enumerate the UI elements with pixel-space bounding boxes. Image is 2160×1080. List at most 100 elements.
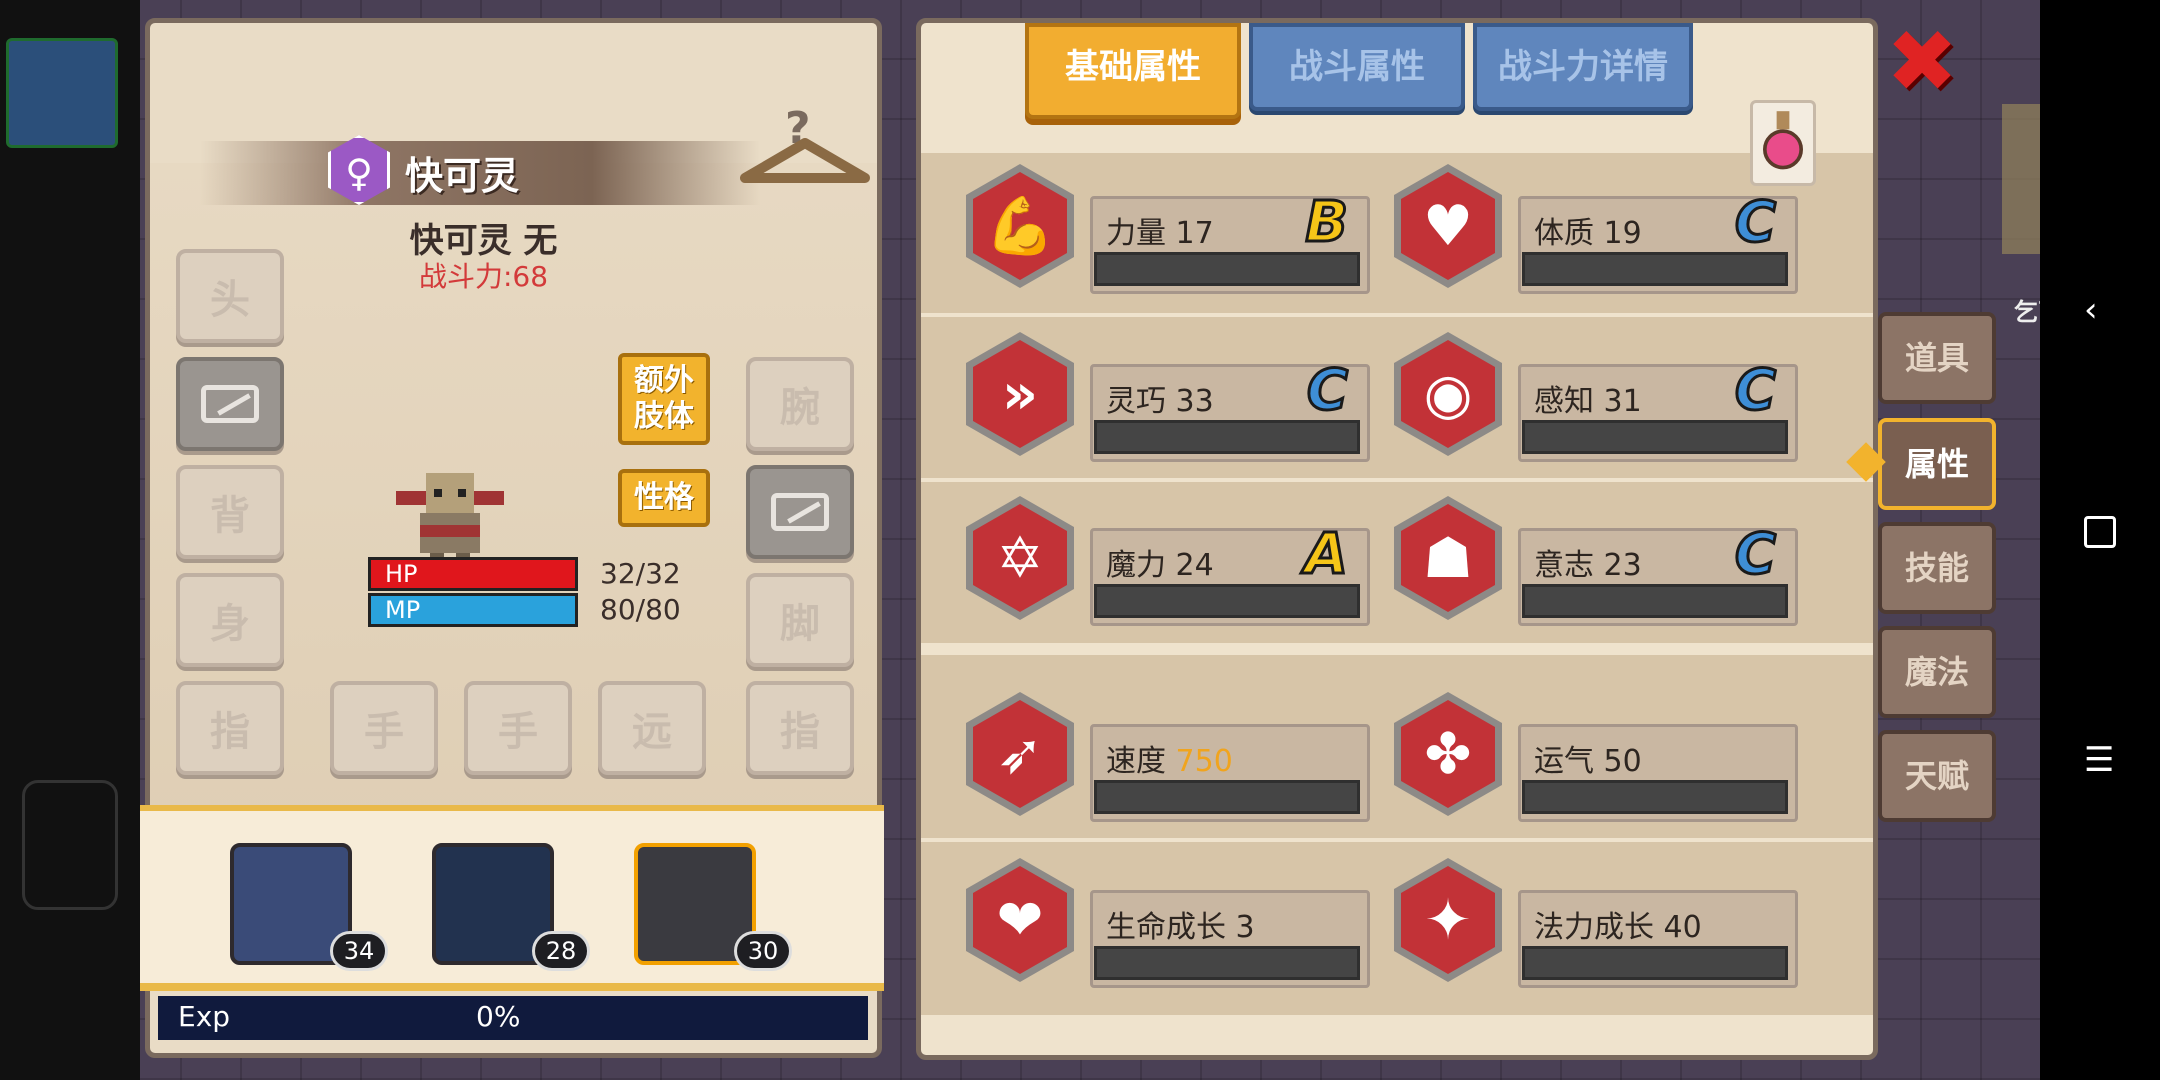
tab-basic-attributes[interactable]: 基础属性: [1025, 23, 1241, 119]
team-roster: 34 28 30: [140, 805, 884, 991]
slot-hand-2-label: 手: [498, 709, 538, 755]
slot-wrist-label: 腕: [780, 385, 820, 431]
divider: [921, 478, 1873, 482]
slot-ring-right[interactable]: 指: [746, 681, 854, 775]
level-badge: 30: [734, 931, 792, 971]
level-badge: 34: [330, 931, 388, 971]
slot-body[interactable]: 身: [176, 573, 284, 667]
mp-bar: MP: [368, 593, 578, 627]
slot-locked-2[interactable]: [746, 465, 854, 559]
stat-progress-bar: [1522, 584, 1788, 618]
stat-label: 生命成长 3: [1106, 910, 1255, 945]
slot-back-label: 背: [210, 493, 250, 539]
system-navbar: ‹ ☰: [2040, 0, 2160, 1080]
divider: [921, 643, 1873, 655]
stat-progress-bar: [1094, 946, 1360, 980]
side-tab-attributes[interactable]: 属性: [1878, 418, 1996, 510]
hp-value: 32/32: [600, 557, 681, 590]
character-name: 快可灵: [405, 154, 520, 198]
stat-card[interactable]: 力量 17 B: [1090, 189, 1370, 294]
dpad-left[interactable]: [22, 780, 118, 910]
stat-progress-bar: [1094, 584, 1360, 618]
stat-card[interactable]: 意志 23 C: [1518, 521, 1798, 626]
potion-flask-icon: [1763, 111, 1803, 170]
stat-label: 法力成长 40: [1534, 910, 1702, 945]
slot-hand-1-label: 手: [364, 709, 404, 755]
back-nav-icon[interactable]: ‹: [2084, 290, 2098, 330]
slot-hand-1[interactable]: 手: [330, 681, 438, 775]
personality-button[interactable]: 性格: [618, 469, 710, 527]
slot-ring-left[interactable]: 指: [176, 681, 284, 775]
team-member-3[interactable]: 30: [634, 843, 792, 971]
stat-progress-bar: [1522, 252, 1788, 286]
stat-grade: C: [1733, 357, 1777, 425]
hp-label: HP: [385, 560, 418, 588]
stat-grade: C: [1305, 357, 1349, 425]
close-icon[interactable]: ✖: [1886, 19, 1958, 105]
stat-label: 速度 750: [1106, 744, 1233, 779]
stat-label: 运气 50: [1534, 744, 1642, 779]
team-member-2[interactable]: 28: [432, 843, 590, 971]
stat-grade: B: [1304, 189, 1350, 257]
stat-label: 感知 31: [1534, 384, 1642, 419]
locked-icon: [201, 385, 259, 423]
side-tab-skills[interactable]: 技能: [1878, 522, 1996, 614]
hp-bar: HP: [368, 557, 578, 591]
stat-card[interactable]: 法力成长 40: [1518, 890, 1798, 988]
slot-ranged[interactable]: 远: [598, 681, 706, 775]
slot-hand-2[interactable]: 手: [464, 681, 572, 775]
slot-head[interactable]: 头: [176, 249, 284, 343]
divider: [921, 313, 1873, 317]
stat-label: 灵巧 33: [1106, 384, 1214, 419]
player-avatar[interactable]: [6, 38, 118, 148]
potion-icon[interactable]: [1750, 100, 1816, 186]
stat-progress-bar: [1522, 946, 1788, 980]
stat-label: 魔力 24: [1106, 548, 1214, 583]
slot-feet-label: 脚: [780, 601, 820, 647]
team-member-1[interactable]: 34: [230, 843, 388, 971]
stat-card[interactable]: 生命成长 3: [1090, 890, 1370, 988]
mp-value: 80/80: [600, 593, 681, 626]
extra-limbs-button[interactable]: 额外 肢体: [618, 353, 710, 445]
stat-grade: C: [1733, 521, 1777, 589]
stat-progress-bar: [1094, 780, 1360, 814]
menu-nav-icon[interactable]: ☰: [2084, 740, 2114, 780]
tab-combat-attributes[interactable]: 战斗属性: [1249, 23, 1465, 111]
stat-label: 力量 17: [1106, 216, 1214, 251]
stat-progress-bar: [1522, 780, 1788, 814]
stat-card[interactable]: 速度 750: [1090, 724, 1370, 822]
stat-label: 体质 19: [1534, 216, 1642, 251]
slot-ring-left-label: 指: [210, 709, 250, 755]
exp-bar: Exp 0%: [158, 996, 868, 1040]
left-screen-edge: [0, 0, 140, 1080]
stat-progress-bar: [1522, 420, 1788, 454]
slot-locked-1[interactable]: [176, 357, 284, 451]
side-tab-magic[interactable]: 魔法: [1878, 626, 1996, 718]
slot-back[interactable]: 背: [176, 465, 284, 559]
slot-head-label: 头: [210, 277, 250, 323]
side-tab-items[interactable]: 道具: [1878, 312, 1996, 404]
stat-card[interactable]: 体质 19 C: [1518, 189, 1798, 294]
stat-card[interactable]: 灵巧 33 C: [1090, 357, 1370, 462]
stat-grade: A: [1303, 521, 1349, 589]
divider: [921, 838, 1873, 842]
slot-ranged-label: 远: [632, 709, 672, 755]
locked-icon: [771, 493, 829, 531]
slot-wrist[interactable]: 腕: [746, 357, 854, 451]
stat-progress-bar: [1094, 252, 1360, 286]
exp-label: Exp: [178, 1000, 231, 1033]
side-tab-talent[interactable]: 天赋: [1878, 730, 1996, 822]
slot-ring-right-label: 指: [780, 709, 820, 755]
stat-card[interactable]: 运气 50: [1518, 724, 1798, 822]
stat-card[interactable]: 魔力 24 A: [1090, 521, 1370, 626]
home-nav-icon[interactable]: [2084, 516, 2116, 548]
stat-progress-bar: [1094, 420, 1360, 454]
slot-body-label: 身: [210, 601, 250, 647]
stat-label: 意志 23: [1534, 548, 1642, 583]
level-badge: 28: [532, 931, 590, 971]
stat-card[interactable]: 感知 31 C: [1518, 357, 1798, 462]
slot-feet[interactable]: 脚: [746, 573, 854, 667]
wardrobe-hanger-icon[interactable]: ?: [735, 103, 875, 193]
stat-grade: C: [1733, 189, 1777, 257]
tab-power-details[interactable]: 战斗力详情: [1473, 23, 1693, 111]
